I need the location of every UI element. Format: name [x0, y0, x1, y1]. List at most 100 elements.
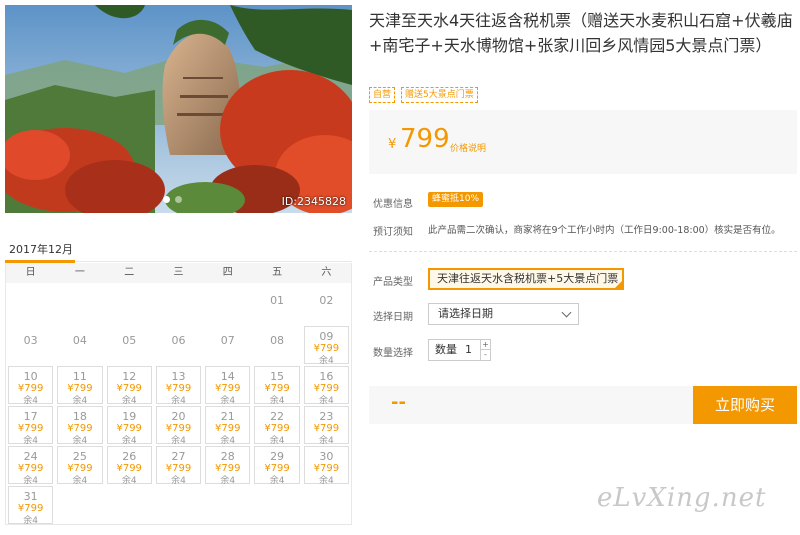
calendar-day-number: 02 — [319, 294, 334, 307]
calendar-day-available[interactable]: 23 ¥799 余4 — [303, 406, 349, 446]
section-divider — [369, 251, 797, 252]
calendar-blank-cell — [156, 286, 201, 324]
calendar-month-tab[interactable]: 2017年12月 — [9, 241, 73, 257]
calendar-day-number: 11 — [72, 370, 87, 383]
calendar-day-number: 12 — [122, 370, 137, 383]
calendar-day-available[interactable]: 19 ¥799 余4 — [106, 406, 152, 446]
calendar-day: 08 — [254, 326, 299, 364]
tag-free-tickets: 赠送5大景点门票 — [401, 87, 478, 103]
calendar-day-stock: 余4 — [269, 476, 285, 486]
calendar-day-number: 05 — [122, 334, 137, 347]
calendar-day-number: 26 — [122, 450, 137, 463]
quantity-increase-button[interactable]: + — [480, 340, 490, 350]
calendar-day: 06 — [156, 326, 201, 364]
calendar-day-available[interactable]: 13 ¥799 余4 — [155, 366, 202, 406]
calendar-day-price: ¥799 — [67, 463, 93, 474]
calendar-day-number: 20 — [171, 410, 186, 423]
calendar-day-available[interactable]: 10 ¥799 余4 — [8, 366, 54, 406]
calendar-day-price: ¥799 — [116, 423, 142, 434]
calendar-day-number: 31 — [23, 490, 38, 503]
weekday-header: 日 — [25, 267, 36, 278]
quantity-prefix: 数量 — [435, 343, 457, 356]
calendar-day-available[interactable]: 11 ¥799 余4 — [57, 366, 103, 406]
calendar-day-price: ¥799 — [17, 383, 44, 394]
photo-scene — [5, 5, 352, 213]
product-type-value: 天津往返天水含税机票+5大景点门票 — [437, 272, 619, 285]
quantity-stepper[interactable]: 数量 1 + - — [428, 339, 491, 361]
calendar-day-price: ¥799 — [313, 463, 340, 474]
discount-badge: 蜂蜜抵10% — [428, 192, 484, 207]
pager-dot[interactable] — [175, 196, 182, 203]
calendar-day-price: ¥799 — [313, 343, 340, 354]
calendar-day: 05 — [107, 326, 152, 364]
price-calendar: 日一二三四五六 01 02 03 04 05 06 07 08 09 ¥799 余4 10 ¥799 余4… — [5, 263, 352, 526]
quantity-decrease-button[interactable]: - — [480, 350, 490, 360]
calendar-day-number: 01 — [270, 294, 285, 307]
calendar-day-available[interactable]: 24 ¥799 余4 — [8, 446, 54, 486]
calendar-day-available[interactable]: 14 ¥799 余4 — [205, 366, 251, 406]
calendar-day-price: ¥799 — [264, 423, 290, 434]
calendar-day-number: 17 — [23, 410, 38, 423]
calendar-day-stock: 余4 — [121, 476, 137, 486]
calendar-day-number: 07 — [220, 334, 235, 347]
calendar-day-available[interactable]: 30 ¥799 余4 — [303, 446, 349, 486]
calendar-day: 02 — [304, 286, 349, 324]
calendar-day: 04 — [57, 326, 102, 364]
selected-corner-icon — [615, 281, 622, 288]
calendar-day-available[interactable]: 25 ¥799 余4 — [57, 446, 103, 486]
calendar-day-number: 19 — [122, 410, 137, 423]
calendar-day-available[interactable]: 17 ¥799 余4 — [8, 406, 54, 446]
calendar-day-number: 30 — [319, 450, 334, 463]
calendar-day-available[interactable]: 22 ¥799 余4 — [254, 406, 300, 446]
calendar-day-price: ¥799 — [116, 463, 142, 474]
calendar-day-available[interactable]: 18 ¥799 余4 — [57, 406, 103, 446]
quantity-value[interactable]: 1 — [465, 340, 472, 360]
calendar-day-available[interactable]: 15 ¥799 余4 — [254, 366, 300, 406]
calendar-day-available[interactable]: 16 ¥799 余4 — [303, 366, 349, 406]
calendar-day-available[interactable]: 21 ¥799 余4 — [205, 406, 251, 446]
calendar-day-available[interactable]: 27 ¥799 余4 — [155, 446, 202, 486]
calendar-day-available[interactable]: 28 ¥799 余4 — [205, 446, 251, 486]
calendar-day-number: 18 — [72, 410, 87, 423]
calendar-day-price: ¥799 — [116, 383, 142, 394]
photo-pager[interactable] — [163, 196, 182, 203]
product-photo[interactable]: ID:2345828 — [5, 5, 352, 213]
product-title: 天津至天水4天往返含税机票（赠送天水麦积山石窟+伏羲庙+南宅子+天水博物馆+张家… — [369, 11, 793, 55]
tag-self-operated: 自营 — [369, 87, 396, 103]
calendar-day-available[interactable]: 09 ¥799 余4 — [303, 326, 349, 366]
calendar-day-number: 25 — [72, 450, 87, 463]
calendar-day-price: ¥799 — [165, 423, 192, 434]
weekday-header: 四 — [222, 267, 233, 278]
photo-id: ID:2345828 — [281, 195, 346, 208]
calendar-day-available[interactable]: 20 ¥799 余4 — [155, 406, 202, 446]
price-explanation-link[interactable]: 价格说明 — [450, 141, 486, 154]
calendar-day-number: 22 — [270, 410, 285, 423]
calendar-days-grid: 01 02 03 04 05 06 07 08 09 ¥799 余4 10 ¥799 余4 11 ¥799 余4… — [6, 283, 351, 526]
date-select[interactable]: 请选择日期 — [428, 303, 579, 325]
calendar-day-price: ¥799 — [215, 463, 241, 474]
quantity-label: 数量选择 — [373, 348, 413, 359]
buy-now-button[interactable]: 立即购买 — [693, 386, 797, 424]
price-currency: ¥ — [388, 137, 397, 152]
weekday-header: 六 — [321, 267, 332, 278]
calendar-blank-cell — [205, 286, 250, 324]
calendar-day-available[interactable]: 12 ¥799 余4 — [106, 366, 152, 406]
calendar-blank-cell — [8, 286, 53, 324]
calendar-day-available[interactable]: 29 ¥799 余4 — [254, 446, 300, 486]
calendar-day-available[interactable]: 26 ¥799 余4 — [106, 446, 152, 486]
type-label: 产品类型 — [373, 277, 413, 288]
calendar-day-number: 27 — [171, 450, 186, 463]
calendar-day-price: ¥799 — [165, 463, 192, 474]
calendar-day-stock: 余4 — [23, 516, 38, 526]
weekday-header: 三 — [173, 267, 184, 278]
calendar-day-available[interactable]: 31 ¥799 余4 — [8, 486, 54, 526]
calendar-day-price: ¥799 — [264, 463, 290, 474]
price-value: 799 — [400, 124, 450, 154]
calendar-day-price: ¥799 — [215, 383, 241, 394]
calendar-day-price: ¥799 — [17, 503, 44, 514]
calendar-day-stock: 余4 — [72, 476, 88, 486]
calendar-day-number: 10 — [23, 370, 38, 383]
product-type-option[interactable]: 天津往返天水含税机票+5大景点门票 — [428, 268, 624, 290]
calendar-day-price: ¥799 — [17, 423, 44, 434]
pager-dot-active[interactable] — [163, 196, 170, 203]
